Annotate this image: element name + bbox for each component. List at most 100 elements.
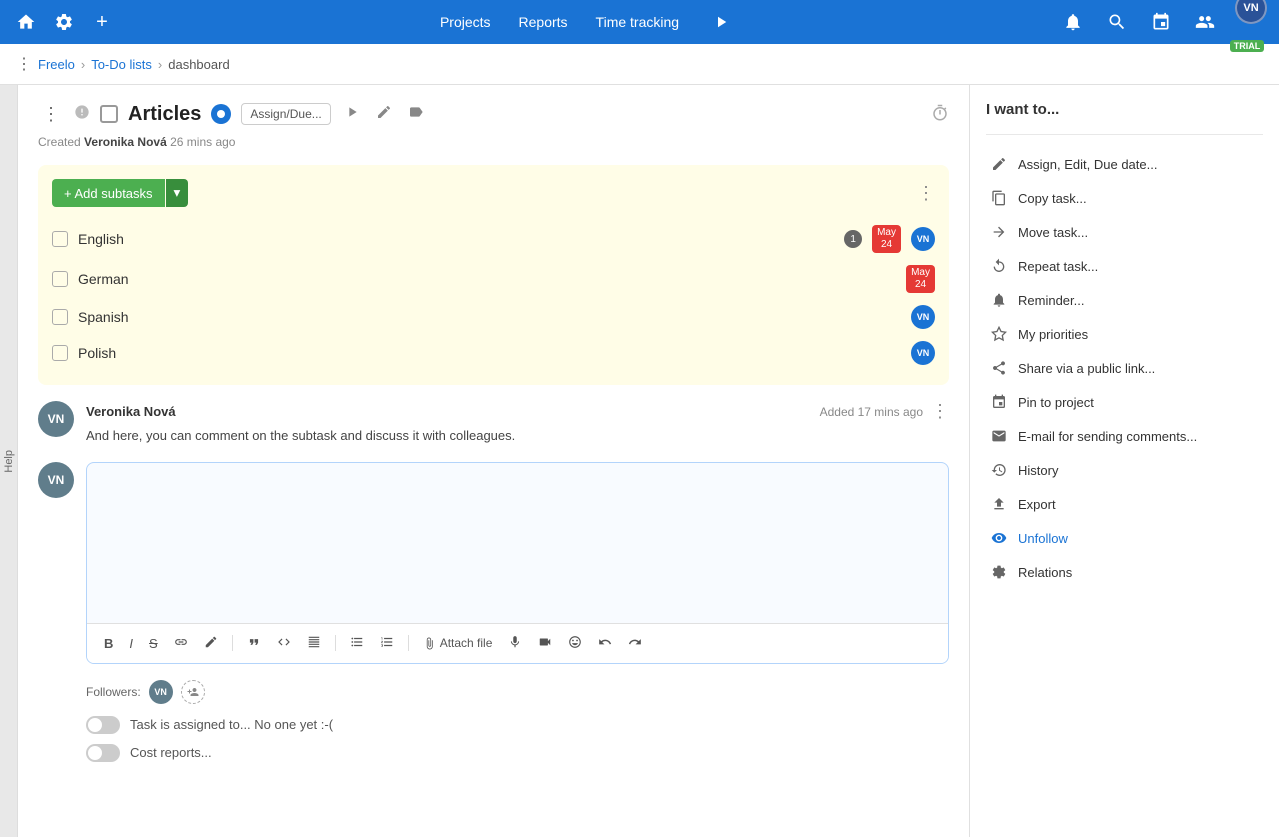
subtask-checkbox-polish[interactable] (52, 345, 68, 361)
content-area: ⋮ Articles Assign/Due... Created (18, 85, 969, 837)
right-sidebar: I want to... Assign, Edit, Due date... C… (969, 85, 1279, 837)
sidebar-item-share[interactable]: Share via a public link... (986, 351, 1263, 385)
comment-toolbar: B I S (87, 623, 948, 663)
task-title: Articles (128, 103, 201, 126)
sidebar-title: I want to... (986, 101, 1263, 118)
comment-editor[interactable] (87, 463, 948, 623)
search-icon[interactable] (1103, 8, 1131, 36)
task-assigned-toggle-row: Task is assigned to... No one yet :-( (38, 716, 949, 734)
add-subtasks-dropdown-button[interactable]: ▾ (166, 179, 189, 207)
nav-reports[interactable]: Reports (519, 14, 568, 30)
video-button[interactable] (533, 632, 557, 655)
bullet-list-button[interactable] (345, 632, 369, 655)
add-follower-button[interactable] (181, 680, 205, 704)
pen-button[interactable] (199, 632, 223, 655)
nav-time-tracking[interactable]: Time tracking (596, 14, 680, 30)
tag-button[interactable] (405, 101, 427, 127)
subtask-checkbox-german[interactable] (52, 271, 68, 287)
calendar-icon[interactable] (1147, 8, 1175, 36)
breadcrumb-sep2: › (158, 57, 162, 72)
subtask-checkbox-english[interactable] (52, 231, 68, 247)
redo-button[interactable] (623, 632, 647, 655)
subtasks-more-button[interactable]: ⋮ (917, 183, 935, 204)
toolbar-sep (232, 635, 233, 651)
add-subtasks-button[interactable]: + Add subtasks (52, 179, 165, 207)
subtask-name-german[interactable]: German (78, 271, 896, 287)
attach-file-button[interactable]: Attach file (418, 633, 498, 653)
sidebar-item-priorities[interactable]: My priorities (986, 317, 1263, 351)
notifications-icon[interactable] (1059, 8, 1087, 36)
relations-icon (990, 563, 1008, 581)
bold-button[interactable]: B (99, 633, 118, 654)
quote-button[interactable] (242, 632, 266, 655)
warning-icon[interactable] (74, 104, 90, 125)
subtask-badge-english: 1 (844, 230, 862, 248)
sidebar-item-history[interactable]: History (986, 453, 1263, 487)
subtask-checkbox-spanish[interactable] (52, 309, 68, 325)
edit-icon (990, 155, 1008, 173)
sidebar-assign-label: Assign, Edit, Due date... (1018, 157, 1157, 172)
mic-button[interactable] (503, 632, 527, 655)
edit-task-button[interactable] (373, 101, 395, 127)
sidebar-item-assign[interactable]: Assign, Edit, Due date... (986, 147, 1263, 181)
sidebar-item-unfollow[interactable]: Unfollow (986, 521, 1263, 555)
team-icon[interactable] (1191, 8, 1219, 36)
subtask-name-polish[interactable]: Polish (78, 345, 901, 361)
sidebar-item-copy[interactable]: Copy task... (986, 181, 1263, 215)
sidebar-item-move[interactable]: Move task... (986, 215, 1263, 249)
play-icon[interactable] (707, 8, 735, 36)
strikethrough-button[interactable]: S (144, 633, 163, 654)
sidebar-item-export[interactable]: Export (986, 487, 1263, 521)
timer-icon (931, 104, 949, 122)
sidebar-item-pin[interactable]: Pin to project (986, 385, 1263, 419)
sidebar-item-email[interactable]: E-mail for sending comments... (986, 419, 1263, 453)
home-icon[interactable] (12, 8, 40, 36)
sidebar-item-repeat[interactable]: Repeat task... (986, 249, 1263, 283)
code-button[interactable] (272, 632, 296, 655)
new-item-icon[interactable]: + (88, 8, 116, 36)
help-panel[interactable]: Help (0, 85, 18, 837)
task-menu-button[interactable]: ⋮ (38, 102, 64, 127)
followers-label: Followers: (86, 685, 141, 699)
link-button[interactable] (169, 632, 193, 655)
sidebar-priorities-label: My priorities (1018, 327, 1088, 342)
sidebar-item-reminder[interactable]: Reminder... (986, 283, 1263, 317)
editor-avatar: VN (38, 462, 74, 498)
breadcrumb-brand[interactable]: Freelo (38, 57, 75, 72)
created-prefix: Created (38, 135, 81, 149)
cost-reports-toggle[interactable] (86, 744, 120, 762)
breadcrumb-todolists[interactable]: To-Do lists (91, 57, 152, 72)
subtasks-header: + Add subtasks ▾ ⋮ (52, 179, 935, 207)
toolbar-sep2 (335, 635, 336, 651)
settings-icon[interactable] (50, 8, 78, 36)
topnav: + Projects Reports Time tracking VN TRIA… (0, 0, 1279, 44)
align-button[interactable] (302, 632, 326, 655)
sidebar-share-label: Share via a public link... (1018, 361, 1155, 376)
italic-button[interactable]: I (124, 633, 138, 654)
undo-button[interactable] (593, 632, 617, 655)
comment-box-container: VN B I S (38, 462, 949, 664)
sidebar-history-label: History (1018, 463, 1058, 478)
trial-badge: TRIAL (1230, 40, 1265, 52)
breadcrumb-sep1: › (81, 57, 85, 72)
task-complete-checkbox[interactable] (100, 105, 118, 123)
pin-icon (990, 393, 1008, 411)
sidebar-item-relations[interactable]: Relations (986, 555, 1263, 589)
task-assigned-toggle[interactable] (86, 716, 120, 734)
comment-more-button[interactable]: ⋮ (931, 401, 949, 422)
subtask-name-spanish[interactable]: Spanish (78, 309, 901, 325)
task-assigned-label: Task is assigned to... No one yet :-( (130, 717, 333, 732)
comment-time: Added 17 mins ago (820, 405, 923, 419)
breadcrumb-dots[interactable]: ⋮ (16, 54, 32, 74)
user-avatar[interactable]: VN (1235, 0, 1267, 24)
task-active-indicator (211, 104, 231, 124)
assign-due-button[interactable]: Assign/Due... (241, 103, 330, 125)
subtask-name-english[interactable]: English (78, 231, 834, 247)
nav-projects[interactable]: Projects (440, 14, 491, 30)
emoji-button[interactable] (563, 632, 587, 655)
cost-reports-label: Cost reports... (130, 745, 212, 760)
time-ago: 26 mins ago (170, 135, 235, 149)
ordered-list-button[interactable] (375, 632, 399, 655)
attach-label: Attach file (440, 636, 493, 650)
play-task-button[interactable] (341, 101, 363, 127)
